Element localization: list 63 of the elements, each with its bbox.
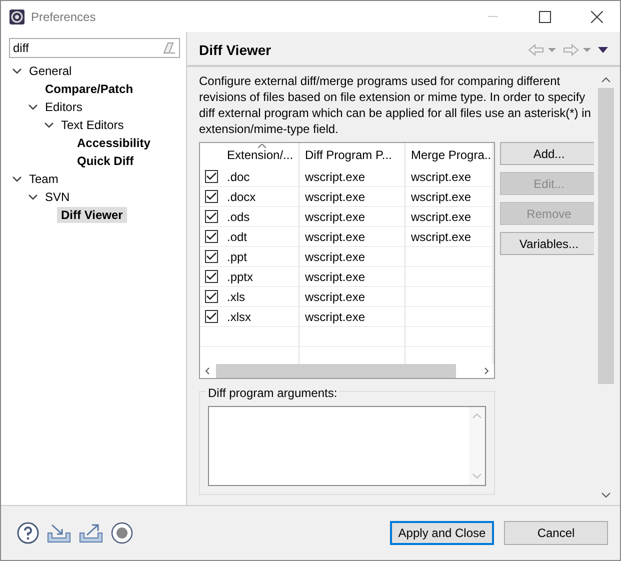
- table-cell: wscript.exe: [300, 267, 406, 286]
- tree-item[interactable]: General: [25, 63, 76, 79]
- scrollbar-thumb[interactable]: [216, 364, 456, 378]
- tree-item[interactable]: Text Editors: [57, 117, 128, 133]
- close-icon[interactable]: [591, 10, 603, 22]
- table-cell: .pptx: [222, 267, 300, 286]
- scrollbar-thumb[interactable]: [598, 88, 614, 384]
- table-cell: wscript.exe: [300, 227, 406, 246]
- tree-item[interactable]: Editors: [41, 99, 86, 115]
- help-icon[interactable]: [17, 522, 39, 544]
- table-cell: wscript.exe: [300, 247, 406, 266]
- tree-item[interactable]: Diff Viewer: [57, 207, 127, 223]
- window-title: Preferences: [31, 8, 96, 26]
- checkbox[interactable]: [204, 290, 218, 303]
- table-cell: wscript.exe: [406, 167, 494, 186]
- footer-button[interactable]: Apply and Close: [390, 521, 494, 545]
- side-button[interactable]: Variables...: [500, 232, 594, 255]
- description-text: Configure external diff/merge programs used for comparing different revisions of files based on file extension or mime type. In order to specify diff external program which can be applied for all files use an asterisk(*) in extension/mime-type field.: [199, 73, 592, 137]
- table-cell: wscript.exe: [300, 307, 406, 326]
- page-title: Diff Viewer: [199, 40, 272, 60]
- table-cell: .docx: [222, 187, 300, 206]
- table-cell: wscript.exe: [406, 227, 494, 246]
- export-icon[interactable]: [79, 523, 103, 543]
- checkbox[interactable]: [204, 170, 218, 183]
- tree-item[interactable]: Accessibility: [73, 135, 154, 151]
- table-cell: wscript.exe: [406, 187, 494, 206]
- checkbox[interactable]: [204, 250, 218, 263]
- expand-icon[interactable]: [28, 104, 38, 110]
- tree-item[interactable]: Team: [25, 171, 62, 187]
- expand-icon[interactable]: [12, 68, 22, 74]
- checkbox[interactable]: [204, 270, 218, 283]
- app-icon: [9, 8, 25, 24]
- table-cell: .doc: [222, 167, 300, 186]
- table-cell: .ods: [222, 207, 300, 226]
- expand-icon[interactable]: [28, 194, 38, 200]
- table-cell: wscript.exe: [300, 207, 406, 226]
- side-button[interactable]: Add...: [500, 142, 594, 165]
- checkbox[interactable]: [204, 230, 218, 243]
- table-cell: wscript.exe: [300, 287, 406, 306]
- expand-icon[interactable]: [44, 122, 54, 128]
- table-cell: .xls: [222, 287, 300, 306]
- checkbox[interactable]: [204, 190, 218, 203]
- maximize-icon[interactable]: [539, 10, 551, 22]
- table-cell: wscript.exe: [300, 187, 406, 206]
- tree-item[interactable]: Compare/Patch: [41, 81, 138, 97]
- table-cell: wscript.exe: [406, 207, 494, 226]
- scroll-down-icon[interactable]: [601, 491, 611, 499]
- record-icon[interactable]: [111, 522, 133, 544]
- table-cell: .odt: [222, 227, 300, 246]
- checkbox[interactable]: [204, 210, 218, 223]
- table-cell: wscript.exe: [300, 167, 406, 186]
- import-icon[interactable]: [47, 523, 71, 543]
- filter-field[interactable]: diff: [9, 38, 180, 58]
- clear-icon[interactable]: [162, 42, 176, 54]
- tree-item[interactable]: Quick Diff: [73, 153, 138, 169]
- checkbox[interactable]: [204, 310, 218, 323]
- scroll-up-icon[interactable]: [601, 76, 611, 84]
- table-cell: .xlsx: [222, 307, 300, 326]
- footer-button[interactable]: Cancel: [504, 521, 608, 545]
- tree-item[interactable]: SVN: [41, 189, 74, 205]
- table-cell: .ppt: [222, 247, 300, 266]
- view-menu-icon[interactable]: [598, 47, 608, 53]
- expand-icon[interactable]: [12, 176, 22, 182]
